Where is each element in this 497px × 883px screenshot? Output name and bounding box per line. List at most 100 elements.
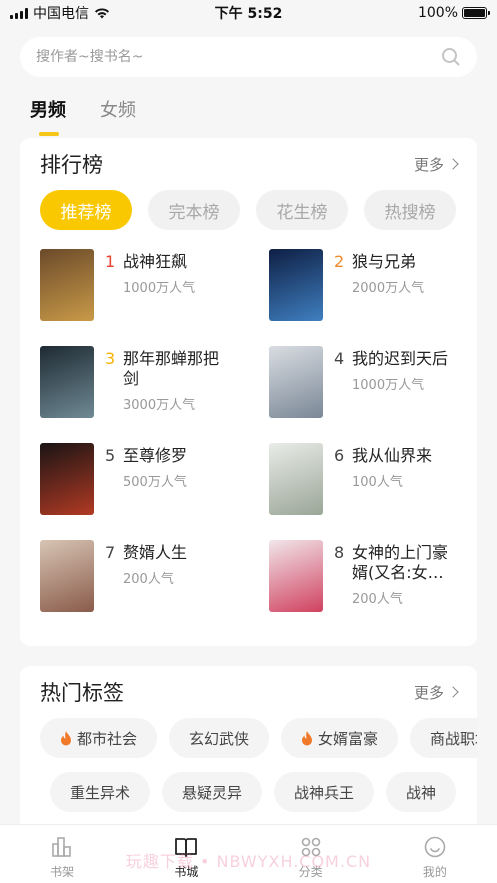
tag-label: 悬疑灵异 (182, 783, 243, 802)
search-input[interactable] (36, 49, 416, 65)
ranking-more-link[interactable]: 更多 (413, 154, 459, 175)
popularity-count: 200人气 (352, 592, 403, 607)
flame-icon (302, 730, 313, 745)
tab-male[interactable]: 男频 (30, 96, 66, 136)
ranking-card: 排行榜 更多 推荐榜 完本榜 花生榜 热搜榜 1 战神狂飙 1000万人气 2 … (20, 138, 477, 646)
battery-status: 100% (417, 5, 490, 21)
tab-completed[interactable]: 完本榜 (148, 190, 240, 230)
tag-row: 都市社会 玄幻武侠 女婿富豪 商战职场 (40, 718, 477, 758)
rank-number: 4 (334, 349, 345, 368)
tag-rows: 都市社会 玄幻武侠 女婿富豪 商战职场 重生异术 悬疑灵异 战神兵王 (20, 718, 477, 812)
tag-chip[interactable]: 悬疑灵异 (162, 772, 263, 812)
ranking-header: 排行榜 更多 (20, 138, 477, 190)
book-item[interactable]: 6 我从仙界来 100人气 (269, 443, 497, 515)
battery-percent: 100% (417, 5, 458, 21)
tag-chip[interactable]: 重生异术 (50, 772, 151, 812)
book-title[interactable]: 战神狂飙 (123, 252, 228, 272)
book-item[interactable]: 3 那年那蝉那把剑 3000万人气 (40, 346, 269, 418)
tag-chip[interactable]: 玄幻武侠 (169, 718, 270, 758)
book-grid: 1 战神狂飙 1000万人气 2 狼与兄弟 2000万人气 3 那年那蝉那把剑 … (20, 230, 477, 612)
tag-chip[interactable]: 女婿富豪 (281, 718, 399, 758)
tag-chip[interactable]: 商战职场 (410, 718, 477, 758)
tag-chip[interactable]: 战神兵王 (274, 772, 375, 812)
popularity-count: 1000万人气 (123, 281, 196, 296)
book-cover[interactable] (269, 540, 323, 612)
book-cover[interactable] (269, 443, 323, 515)
tag-label: 玄幻武侠 (189, 729, 250, 748)
book-cover[interactable] (40, 540, 94, 612)
tab-female[interactable]: 女频 (100, 96, 136, 136)
book-cover[interactable] (40, 443, 94, 515)
tag-chip[interactable]: 战神 (386, 772, 457, 812)
nav-category[interactable]: 分类 (271, 835, 351, 880)
grid-icon (301, 837, 320, 857)
hot-tags-more-link[interactable]: 更多 (413, 682, 459, 703)
more-label: 更多 (413, 155, 444, 174)
nav-label: 书架 (50, 865, 75, 879)
rank-number: 8 (334, 543, 345, 562)
tag-label: 战神兵王 (294, 783, 355, 802)
search-icon[interactable] (441, 47, 461, 67)
popularity-count: 100人气 (352, 475, 403, 490)
tab-peanut[interactable]: 花生榜 (256, 190, 348, 230)
smiley-icon (424, 836, 446, 858)
signal-icon (10, 7, 28, 19)
search-bar[interactable] (20, 37, 477, 77)
nav-bookstore[interactable]: 书城 (146, 835, 226, 880)
book-title[interactable]: 我从仙界来 (352, 446, 457, 466)
rank-number: 1 (105, 252, 116, 271)
nav-label: 我的 (422, 865, 447, 879)
book-title[interactable]: 赘婿人生 (123, 543, 228, 563)
popularity-count: 500万人气 (123, 475, 187, 490)
tag-label: 女婿富豪 (318, 729, 379, 748)
book-title[interactable]: 至尊修罗 (123, 446, 228, 466)
book-cover[interactable] (40, 346, 94, 418)
nav-label: 书城 (174, 865, 199, 879)
book-cover[interactable] (269, 249, 323, 321)
book-title[interactable]: 女神的上门豪婿(又名:女神的超级赘婿) (352, 543, 457, 583)
tab-hot-search[interactable]: 热搜榜 (364, 190, 456, 230)
book-title[interactable]: 我的迟到天后 (352, 349, 457, 369)
book-item[interactable]: 7 赘婿人生 200人气 (40, 540, 269, 612)
wifi-icon (95, 8, 109, 19)
more-label: 更多 (413, 683, 444, 702)
tag-row: 重生异术 悬疑灵异 战神兵王 战神 (50, 772, 477, 812)
book-cover[interactable] (40, 249, 94, 321)
chevron-right-icon (447, 686, 459, 698)
carrier-label: 中国电信 (33, 6, 89, 22)
tag-label: 战神 (406, 783, 437, 802)
status-left: 中国电信 (10, 3, 110, 23)
bottom-nav: 书架 书城 分类 我的 (0, 824, 497, 883)
chevron-right-icon (447, 158, 459, 170)
book-item[interactable]: 2 狼与兄弟 2000万人气 (269, 249, 497, 321)
status-bar: 中国电信 下午 5:52 100% (0, 0, 497, 26)
book-title[interactable]: 那年那蝉那把剑 (123, 349, 228, 389)
book-item[interactable]: 8 女神的上门豪婿(又名:女神的超级赘婿) 200人气 (269, 540, 497, 612)
ranking-tabs: 推荐榜 完本榜 花生榜 热搜榜 (20, 190, 477, 230)
nav-profile[interactable]: 我的 (395, 835, 475, 880)
popularity-count: 3000万人气 (123, 398, 196, 413)
nav-label: 分类 (298, 865, 323, 879)
book-title[interactable]: 狼与兄弟 (352, 252, 457, 272)
rank-number: 6 (334, 446, 345, 465)
book-item[interactable]: 5 至尊修罗 500万人气 (40, 443, 269, 515)
popularity-count: 200人气 (123, 572, 174, 587)
popularity-count: 1000万人气 (352, 378, 425, 393)
tag-label: 重生异术 (70, 783, 131, 802)
nav-bookshelf[interactable]: 书架 (22, 835, 102, 880)
popularity-count: 2000万人气 (352, 281, 425, 296)
rank-number: 5 (105, 446, 116, 465)
tag-label: 都市社会 (77, 729, 138, 748)
flame-icon (61, 730, 71, 745)
tag-label: 商战职场 (430, 729, 477, 748)
book-cover[interactable] (269, 346, 323, 418)
book-item[interactable]: 1 战神狂飙 1000万人气 (40, 249, 269, 321)
battery-icon (462, 7, 490, 19)
hot-tags-title: 热门标签 (40, 681, 124, 705)
book-item[interactable]: 4 我的迟到天后 1000万人气 (269, 346, 497, 418)
tab-recommend[interactable]: 推荐榜 (40, 190, 132, 230)
tag-chip[interactable]: 都市社会 (40, 718, 158, 758)
gender-tabs: 男频 女频 (30, 96, 136, 136)
rank-number: 3 (105, 349, 116, 368)
book-open-icon (175, 838, 198, 857)
